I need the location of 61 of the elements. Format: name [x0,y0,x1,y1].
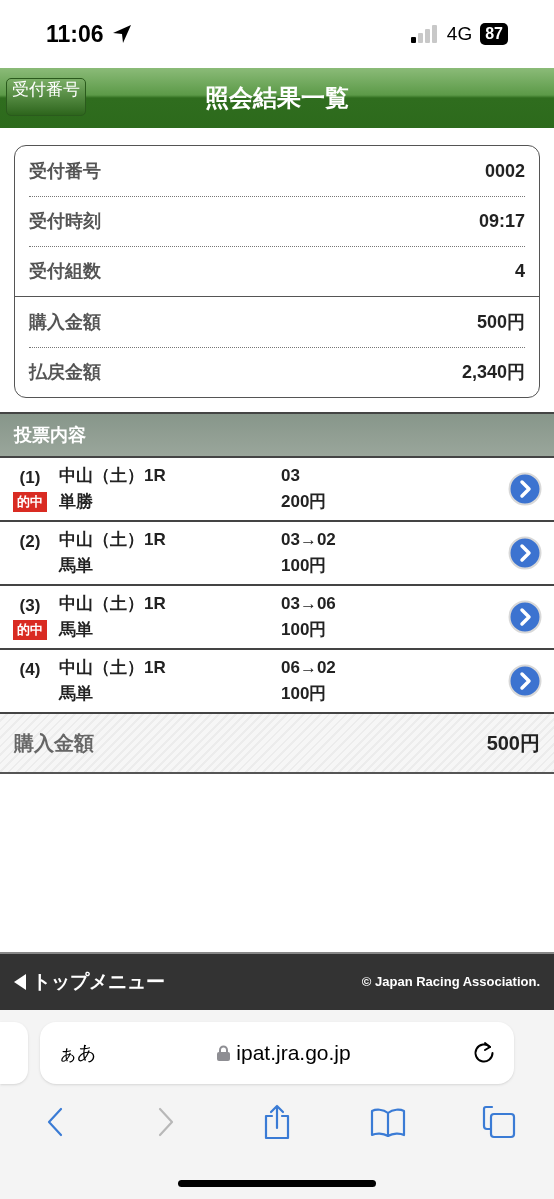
network-type: 4G [446,21,473,46]
summary-label: 払戻金額 [29,361,101,384]
address-bar[interactable]: ぁあ ipat.jra.go.jp [40,1022,514,1084]
copyright-text: © Japan Racing Association. [361,973,540,992]
bet-number: (4) [19,659,41,681]
bet-amount: 100円 [281,619,328,641]
summary-value: 09:17 [478,210,525,233]
chevron-right-icon [508,536,542,570]
hit-badge: 的中 [13,492,47,512]
summary-value: 4 [515,260,525,283]
status-time: 11:06 [46,19,104,49]
chevron-right-icon [508,664,542,698]
total-label: 購入金額 [14,731,94,756]
top-menu-link[interactable]: トップメニュー [14,967,165,997]
bet-selection: 03→06 [281,593,337,615]
url-text: ipat.jra.go.jp [236,1040,351,1067]
total-value: 500円 [486,731,540,756]
race-name: 中山（土）1R [59,593,167,615]
forward-icon [157,1107,175,1137]
bet-type: 馬単 [59,619,94,641]
summary-label: 受付番号 [29,159,101,183]
bet-row[interactable]: (3) 的中 中山（土）1R 馬単 03→06 100円 [0,586,554,650]
section-title: 投票内容 [14,423,86,447]
bet-number: (2) [19,531,41,553]
bet-type: 馬単 [59,683,94,705]
bet-amount: 100円 [281,555,328,577]
bet-row[interactable]: (1) 的中 中山（土）1R 単勝 03 200円 [0,458,554,522]
signal-icon [410,25,439,43]
location-icon [111,24,132,44]
chevron-right-icon [508,600,542,634]
book-icon [370,1107,406,1137]
race-name: 中山（土）1R [59,529,167,551]
bet-number: (3) [19,595,41,617]
summary-label: 受付組数 [29,260,101,283]
back-icon [46,1107,64,1137]
share-icon [262,1104,292,1140]
page-title: 照会結果一覧 [205,83,349,113]
summary-label: 受付時刻 [29,210,101,233]
tabs-icon [482,1105,516,1139]
bet-selection: 06→02 [281,657,337,679]
summary-label: 購入金額 [29,310,101,334]
bet-type: 単勝 [59,491,94,513]
reload-icon[interactable] [472,1041,496,1065]
bet-type: 馬単 [59,555,94,577]
bet-amount: 200円 [281,491,328,513]
bet-row[interactable]: (2) 中山（土）1R 馬単 03→02 100円 [0,522,554,586]
summary-value: 0002 [484,159,525,183]
summary-value: 2,340円 [461,361,525,384]
bet-number: (1) [19,467,41,489]
bet-selection: 03→02 [281,529,337,551]
race-name: 中山（土）1R [59,657,167,679]
race-name: 中山（土）1R [59,465,167,487]
hit-badge: 的中 [13,620,47,640]
lock-icon [217,1045,231,1061]
triangle-left-icon [14,974,26,990]
bet-selection: 03 [281,465,301,487]
bet-amount: 100円 [281,683,328,705]
chevron-right-icon [508,472,542,506]
battery-level: 87 [480,23,508,45]
text-size-button[interactable]: ぁあ [58,1038,96,1068]
summary-value: 500円 [476,310,525,334]
